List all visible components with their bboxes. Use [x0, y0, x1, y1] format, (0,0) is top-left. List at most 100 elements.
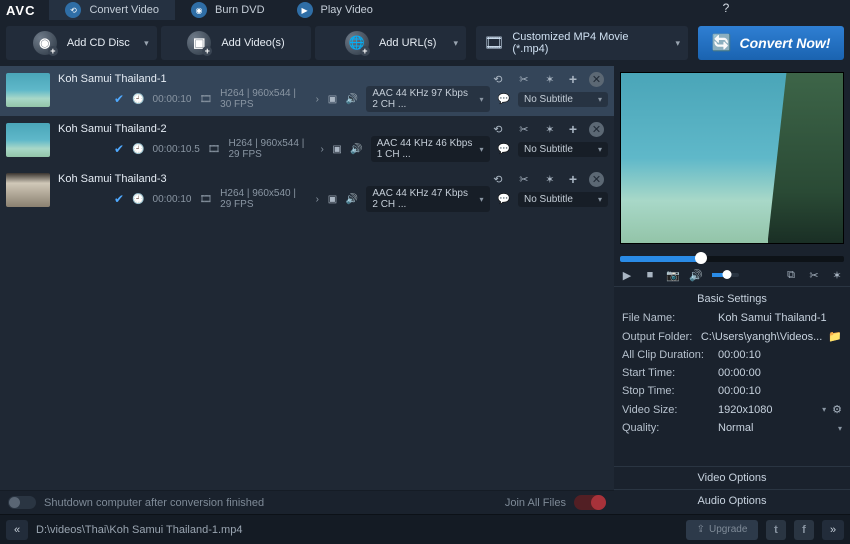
stop-time-value[interactable]: 00:00:10: [718, 385, 842, 397]
effects-icon[interactable]: ✶: [543, 172, 557, 186]
convert-icon: ⟲: [65, 2, 81, 18]
plus-icon[interactable]: +: [569, 121, 577, 137]
remove-icon[interactable]: ✕: [589, 72, 604, 87]
audio-track-select[interactable]: AAC 44 KHz 46 Kbps 1 CH ... ▾: [371, 136, 490, 162]
plus-icon[interactable]: +: [569, 71, 577, 87]
effects-icon[interactable]: ✶: [543, 122, 557, 136]
check-icon[interactable]: ✔: [114, 142, 124, 156]
film-icon: 🎞: [199, 194, 212, 205]
twitter-icon[interactable]: t: [766, 520, 786, 540]
duration-value: 00:00:10.5: [153, 144, 200, 155]
video-options-button[interactable]: Video Options: [614, 466, 850, 489]
chevron-right-icon[interactable]: ›: [320, 144, 323, 155]
nav-back-button[interactable]: «: [6, 520, 28, 540]
chevron-right-icon[interactable]: ›: [316, 94, 319, 105]
audio-value: AAC 44 KHz 46 Kbps 1 CH ...: [377, 138, 474, 160]
volume-slider[interactable]: [712, 273, 739, 277]
effects-icon[interactable]: ✶: [543, 72, 557, 86]
folder-icon[interactable]: 📁: [828, 330, 842, 343]
scissors-icon[interactable]: ✂: [517, 172, 531, 186]
file-item[interactable]: Koh Samui Thailand-1 ⟲ ✂ ✶ + ✕ ✔ 🕘 00:00…: [0, 66, 614, 116]
tab-burn-dvd[interactable]: ◉ Burn DVD: [175, 0, 281, 20]
duration-value: 00:00:10: [153, 194, 192, 205]
audio-value: AAC 44 KHz 47 Kbps 2 CH ...: [372, 188, 473, 210]
subtitle-select[interactable]: No Subtitle ▾: [518, 92, 608, 107]
remove-icon[interactable]: ✕: [589, 122, 604, 137]
start-time-label: Start Time:: [622, 367, 712, 379]
film-icon: 🎞: [199, 94, 212, 105]
file-thumbnail[interactable]: [6, 123, 50, 157]
join-all-toggle[interactable]: [574, 495, 606, 510]
upgrade-button[interactable]: ⇪Upgrade: [686, 520, 758, 540]
check-icon[interactable]: ✔: [114, 192, 124, 206]
convert-now-button[interactable]: 🔄 Convert Now!: [698, 26, 844, 60]
file-thumbnail[interactable]: [6, 173, 50, 207]
audio-track-select[interactable]: AAC 44 KHz 97 Kbps 2 CH ... ▾: [366, 86, 489, 112]
crop-small-icon[interactable]: ▣: [332, 142, 343, 156]
file-name-value[interactable]: Koh Samui Thailand-1: [718, 312, 842, 324]
nav-forward-button[interactable]: »: [822, 520, 844, 540]
add-videos-button[interactable]: ▣ Add Video(s): [161, 26, 312, 60]
scissors-icon[interactable]: ✂: [517, 72, 531, 86]
check-icon[interactable]: ✔: [114, 92, 124, 106]
plus-icon[interactable]: +: [569, 171, 577, 187]
file-item[interactable]: Koh Samui Thailand-3 ⟲ ✂ ✶ + ✕ ✔ 🕘 00:00…: [0, 166, 614, 216]
scissors-icon[interactable]: ✂: [807, 268, 821, 282]
help-icon[interactable]: ?: [718, 0, 734, 16]
status-path: D:\videos\Thai\Koh Samui Thailand-1.mp4: [36, 524, 678, 536]
audio-options-button[interactable]: Audio Options: [614, 489, 850, 512]
subtitle-select[interactable]: No Subtitle ▾: [518, 142, 608, 157]
chevron-down-icon[interactable]: ▾: [838, 424, 842, 433]
refresh-icon[interactable]: ⟲: [491, 72, 505, 86]
tab-label: Convert Video: [89, 4, 159, 16]
statusbar: « D:\videos\Thai\Koh Samui Thailand-1.mp…: [0, 514, 850, 544]
scissors-icon[interactable]: ✂: [517, 122, 531, 136]
stop-time-label: Stop Time:: [622, 385, 712, 397]
clock-icon: 🕘: [132, 194, 144, 205]
chevron-down-icon: ▾: [480, 95, 484, 104]
subtitle-select[interactable]: No Subtitle ▾: [518, 192, 608, 207]
subtitle-icon: 💬: [498, 194, 510, 205]
add-cd-disc-button[interactable]: ◉ Add CD Disc ▾: [6, 26, 157, 60]
chevron-down-icon: ▾: [598, 95, 602, 104]
file-item[interactable]: Koh Samui Thailand-2 ⟲ ✂ ✶ + ✕ ✔ 🕘 00:00…: [0, 116, 614, 166]
gear-icon[interactable]: ⚙: [832, 403, 842, 416]
refresh-icon[interactable]: ⟲: [491, 172, 505, 186]
chevron-down-icon[interactable]: ▾: [822, 405, 826, 414]
snapshot-button[interactable]: 📷: [666, 268, 680, 282]
snap-icon[interactable]: ⧉: [784, 268, 798, 282]
chevron-right-icon[interactable]: ›: [316, 194, 319, 205]
chevron-down-icon[interactable]: ▾: [144, 38, 149, 49]
film-icon: 🎞: [484, 33, 504, 53]
tab-label: Burn DVD: [215, 4, 265, 16]
chevron-down-icon[interactable]: ▾: [453, 38, 458, 49]
settings-header: Basic Settings: [614, 289, 850, 309]
audio-track-select[interactable]: AAC 44 KHz 47 Kbps 2 CH ... ▾: [366, 186, 489, 212]
add-urls-button[interactable]: 🌐 Add URL(s) ▾: [315, 26, 466, 60]
list-footer: Shutdown computer after conversion finis…: [0, 490, 614, 514]
stop-button[interactable]: ■: [643, 268, 657, 282]
play-button[interactable]: ▶: [620, 268, 634, 282]
seek-slider[interactable]: [620, 256, 844, 262]
speaker-icon[interactable]: 🔊: [689, 268, 703, 282]
remove-icon[interactable]: ✕: [589, 172, 604, 187]
chevron-down-icon: ▾: [598, 145, 602, 154]
crop-small-icon[interactable]: ▣: [327, 192, 338, 206]
film-icon: 🎞: [208, 144, 221, 155]
start-time-value[interactable]: 00:00:00: [718, 367, 842, 379]
basic-settings: Basic Settings File Name:Koh Samui Thail…: [614, 286, 850, 514]
shutdown-toggle[interactable]: [8, 496, 36, 509]
preview-video[interactable]: [620, 72, 844, 244]
crop-icon[interactable]: ✶: [830, 268, 844, 282]
right-panel: ▶ ■ 📷 🔊 ⧉ ✂ ✶ Basic Settings File Name:K…: [614, 66, 850, 514]
disc-icon: ◉: [191, 2, 207, 18]
refresh-icon[interactable]: ⟲: [491, 122, 505, 136]
facebook-icon[interactable]: f: [794, 520, 814, 540]
tab-play-video[interactable]: ▶ Play Video: [281, 0, 389, 20]
file-thumbnail[interactable]: [6, 73, 50, 107]
output-profile-select[interactable]: 🎞 Customized MP4 Movie (*.mp4) ▾: [476, 26, 688, 60]
output-folder-label: Output Folder:: [622, 331, 695, 343]
video-info: H264 | 960x540 | 29 FPS: [220, 188, 307, 210]
tab-convert-video[interactable]: ⟲ Convert Video: [49, 0, 175, 20]
crop-small-icon[interactable]: ▣: [327, 92, 338, 106]
